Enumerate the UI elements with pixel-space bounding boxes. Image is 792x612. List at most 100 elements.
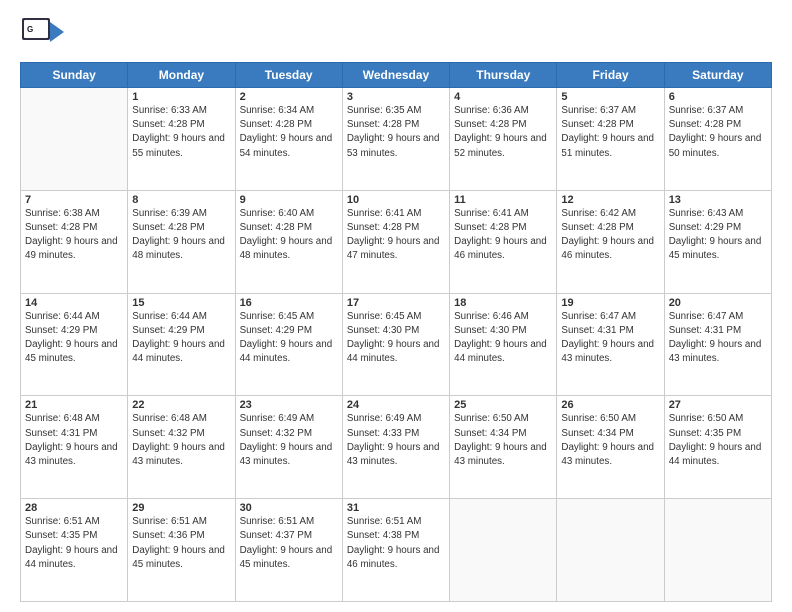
logo-icon: G: [20, 16, 64, 52]
calendar-cell: 24Sunrise: 6:49 AMSunset: 4:33 PMDayligh…: [342, 396, 449, 499]
day-info: Sunrise: 6:45 AMSunset: 4:30 PMDaylight:…: [347, 310, 445, 367]
calendar-cell: 25Sunrise: 6:50 AMSunset: 4:34 PMDayligh…: [450, 396, 557, 499]
day-info: Sunrise: 6:49 AMSunset: 4:32 PMDaylight:…: [240, 412, 338, 469]
day-info: Sunrise: 6:37 AMSunset: 4:28 PMDaylight:…: [669, 104, 767, 161]
day-number: 4: [454, 91, 552, 103]
day-number: 25: [454, 399, 552, 411]
page: G SundayMondayTuesdayWednesdayThursdayFr…: [0, 0, 792, 612]
day-number: 18: [454, 297, 552, 309]
calendar-cell: 19Sunrise: 6:47 AMSunset: 4:31 PMDayligh…: [557, 293, 664, 396]
day-number: 15: [132, 297, 230, 309]
calendar-cell: 16Sunrise: 6:45 AMSunset: 4:29 PMDayligh…: [235, 293, 342, 396]
day-info: Sunrise: 6:47 AMSunset: 4:31 PMDaylight:…: [561, 310, 659, 367]
day-number: 16: [240, 297, 338, 309]
day-number: 28: [25, 502, 123, 514]
day-number: 27: [669, 399, 767, 411]
calendar-week-row: 28Sunrise: 6:51 AMSunset: 4:35 PMDayligh…: [21, 499, 772, 602]
calendar-table: SundayMondayTuesdayWednesdayThursdayFrid…: [20, 62, 772, 602]
day-info: Sunrise: 6:43 AMSunset: 4:29 PMDaylight:…: [669, 207, 767, 264]
calendar-header-row: SundayMondayTuesdayWednesdayThursdayFrid…: [21, 63, 772, 88]
day-number: 12: [561, 194, 659, 206]
calendar-cell: [21, 88, 128, 191]
day-info: Sunrise: 6:50 AMSunset: 4:34 PMDaylight:…: [561, 412, 659, 469]
calendar-cell: 15Sunrise: 6:44 AMSunset: 4:29 PMDayligh…: [128, 293, 235, 396]
day-number: 9: [240, 194, 338, 206]
day-number: 8: [132, 194, 230, 206]
svg-text:G: G: [27, 25, 33, 34]
day-number: 2: [240, 91, 338, 103]
day-info: Sunrise: 6:37 AMSunset: 4:28 PMDaylight:…: [561, 104, 659, 161]
day-info: Sunrise: 6:50 AMSunset: 4:35 PMDaylight:…: [669, 412, 767, 469]
day-info: Sunrise: 6:40 AMSunset: 4:28 PMDaylight:…: [240, 207, 338, 264]
day-number: 3: [347, 91, 445, 103]
day-info: Sunrise: 6:36 AMSunset: 4:28 PMDaylight:…: [454, 104, 552, 161]
calendar-cell: 23Sunrise: 6:49 AMSunset: 4:32 PMDayligh…: [235, 396, 342, 499]
day-info: Sunrise: 6:48 AMSunset: 4:32 PMDaylight:…: [132, 412, 230, 469]
calendar-cell: 4Sunrise: 6:36 AMSunset: 4:28 PMDaylight…: [450, 88, 557, 191]
day-info: Sunrise: 6:35 AMSunset: 4:28 PMDaylight:…: [347, 104, 445, 161]
day-number: 1: [132, 91, 230, 103]
calendar-day-header: Thursday: [450, 63, 557, 88]
calendar-cell: 10Sunrise: 6:41 AMSunset: 4:28 PMDayligh…: [342, 190, 449, 293]
day-number: 14: [25, 297, 123, 309]
day-info: Sunrise: 6:38 AMSunset: 4:28 PMDaylight:…: [25, 207, 123, 264]
day-info: Sunrise: 6:45 AMSunset: 4:29 PMDaylight:…: [240, 310, 338, 367]
calendar-cell: 5Sunrise: 6:37 AMSunset: 4:28 PMDaylight…: [557, 88, 664, 191]
calendar-week-row: 7Sunrise: 6:38 AMSunset: 4:28 PMDaylight…: [21, 190, 772, 293]
calendar-cell: 2Sunrise: 6:34 AMSunset: 4:28 PMDaylight…: [235, 88, 342, 191]
calendar-cell: 22Sunrise: 6:48 AMSunset: 4:32 PMDayligh…: [128, 396, 235, 499]
calendar-cell: 18Sunrise: 6:46 AMSunset: 4:30 PMDayligh…: [450, 293, 557, 396]
day-info: Sunrise: 6:44 AMSunset: 4:29 PMDaylight:…: [25, 310, 123, 367]
calendar-cell: 3Sunrise: 6:35 AMSunset: 4:28 PMDaylight…: [342, 88, 449, 191]
day-info: Sunrise: 6:48 AMSunset: 4:31 PMDaylight:…: [25, 412, 123, 469]
calendar-cell: 12Sunrise: 6:42 AMSunset: 4:28 PMDayligh…: [557, 190, 664, 293]
calendar-cell: 13Sunrise: 6:43 AMSunset: 4:29 PMDayligh…: [664, 190, 771, 293]
calendar-cell: 27Sunrise: 6:50 AMSunset: 4:35 PMDayligh…: [664, 396, 771, 499]
calendar-day-header: Friday: [557, 63, 664, 88]
day-number: 20: [669, 297, 767, 309]
calendar-cell: 6Sunrise: 6:37 AMSunset: 4:28 PMDaylight…: [664, 88, 771, 191]
calendar-cell: 21Sunrise: 6:48 AMSunset: 4:31 PMDayligh…: [21, 396, 128, 499]
day-number: 23: [240, 399, 338, 411]
day-info: Sunrise: 6:46 AMSunset: 4:30 PMDaylight:…: [454, 310, 552, 367]
day-number: 17: [347, 297, 445, 309]
day-info: Sunrise: 6:47 AMSunset: 4:31 PMDaylight:…: [669, 310, 767, 367]
day-number: 30: [240, 502, 338, 514]
calendar-cell: [664, 499, 771, 602]
calendar-cell: [450, 499, 557, 602]
day-info: Sunrise: 6:51 AMSunset: 4:35 PMDaylight:…: [25, 515, 123, 572]
day-info: Sunrise: 6:51 AMSunset: 4:38 PMDaylight:…: [347, 515, 445, 572]
calendar-cell: 31Sunrise: 6:51 AMSunset: 4:38 PMDayligh…: [342, 499, 449, 602]
day-number: 21: [25, 399, 123, 411]
day-info: Sunrise: 6:33 AMSunset: 4:28 PMDaylight:…: [132, 104, 230, 161]
calendar-day-header: Monday: [128, 63, 235, 88]
calendar-week-row: 1Sunrise: 6:33 AMSunset: 4:28 PMDaylight…: [21, 88, 772, 191]
calendar-cell: 9Sunrise: 6:40 AMSunset: 4:28 PMDaylight…: [235, 190, 342, 293]
day-number: 13: [669, 194, 767, 206]
day-number: 5: [561, 91, 659, 103]
calendar-week-row: 14Sunrise: 6:44 AMSunset: 4:29 PMDayligh…: [21, 293, 772, 396]
day-info: Sunrise: 6:51 AMSunset: 4:36 PMDaylight:…: [132, 515, 230, 572]
calendar-day-header: Saturday: [664, 63, 771, 88]
calendar-cell: 29Sunrise: 6:51 AMSunset: 4:36 PMDayligh…: [128, 499, 235, 602]
day-number: 19: [561, 297, 659, 309]
day-number: 10: [347, 194, 445, 206]
day-number: 22: [132, 399, 230, 411]
calendar-cell: 30Sunrise: 6:51 AMSunset: 4:37 PMDayligh…: [235, 499, 342, 602]
calendar-day-header: Tuesday: [235, 63, 342, 88]
calendar-cell: 28Sunrise: 6:51 AMSunset: 4:35 PMDayligh…: [21, 499, 128, 602]
day-info: Sunrise: 6:51 AMSunset: 4:37 PMDaylight:…: [240, 515, 338, 572]
day-number: 24: [347, 399, 445, 411]
calendar-cell: 11Sunrise: 6:41 AMSunset: 4:28 PMDayligh…: [450, 190, 557, 293]
calendar-cell: 1Sunrise: 6:33 AMSunset: 4:28 PMDaylight…: [128, 88, 235, 191]
day-info: Sunrise: 6:34 AMSunset: 4:28 PMDaylight:…: [240, 104, 338, 161]
day-number: 31: [347, 502, 445, 514]
calendar-cell: 26Sunrise: 6:50 AMSunset: 4:34 PMDayligh…: [557, 396, 664, 499]
day-number: 26: [561, 399, 659, 411]
header: G: [20, 16, 772, 52]
day-number: 7: [25, 194, 123, 206]
day-number: 6: [669, 91, 767, 103]
calendar-cell: 7Sunrise: 6:38 AMSunset: 4:28 PMDaylight…: [21, 190, 128, 293]
logo: G: [20, 16, 68, 52]
day-number: 29: [132, 502, 230, 514]
